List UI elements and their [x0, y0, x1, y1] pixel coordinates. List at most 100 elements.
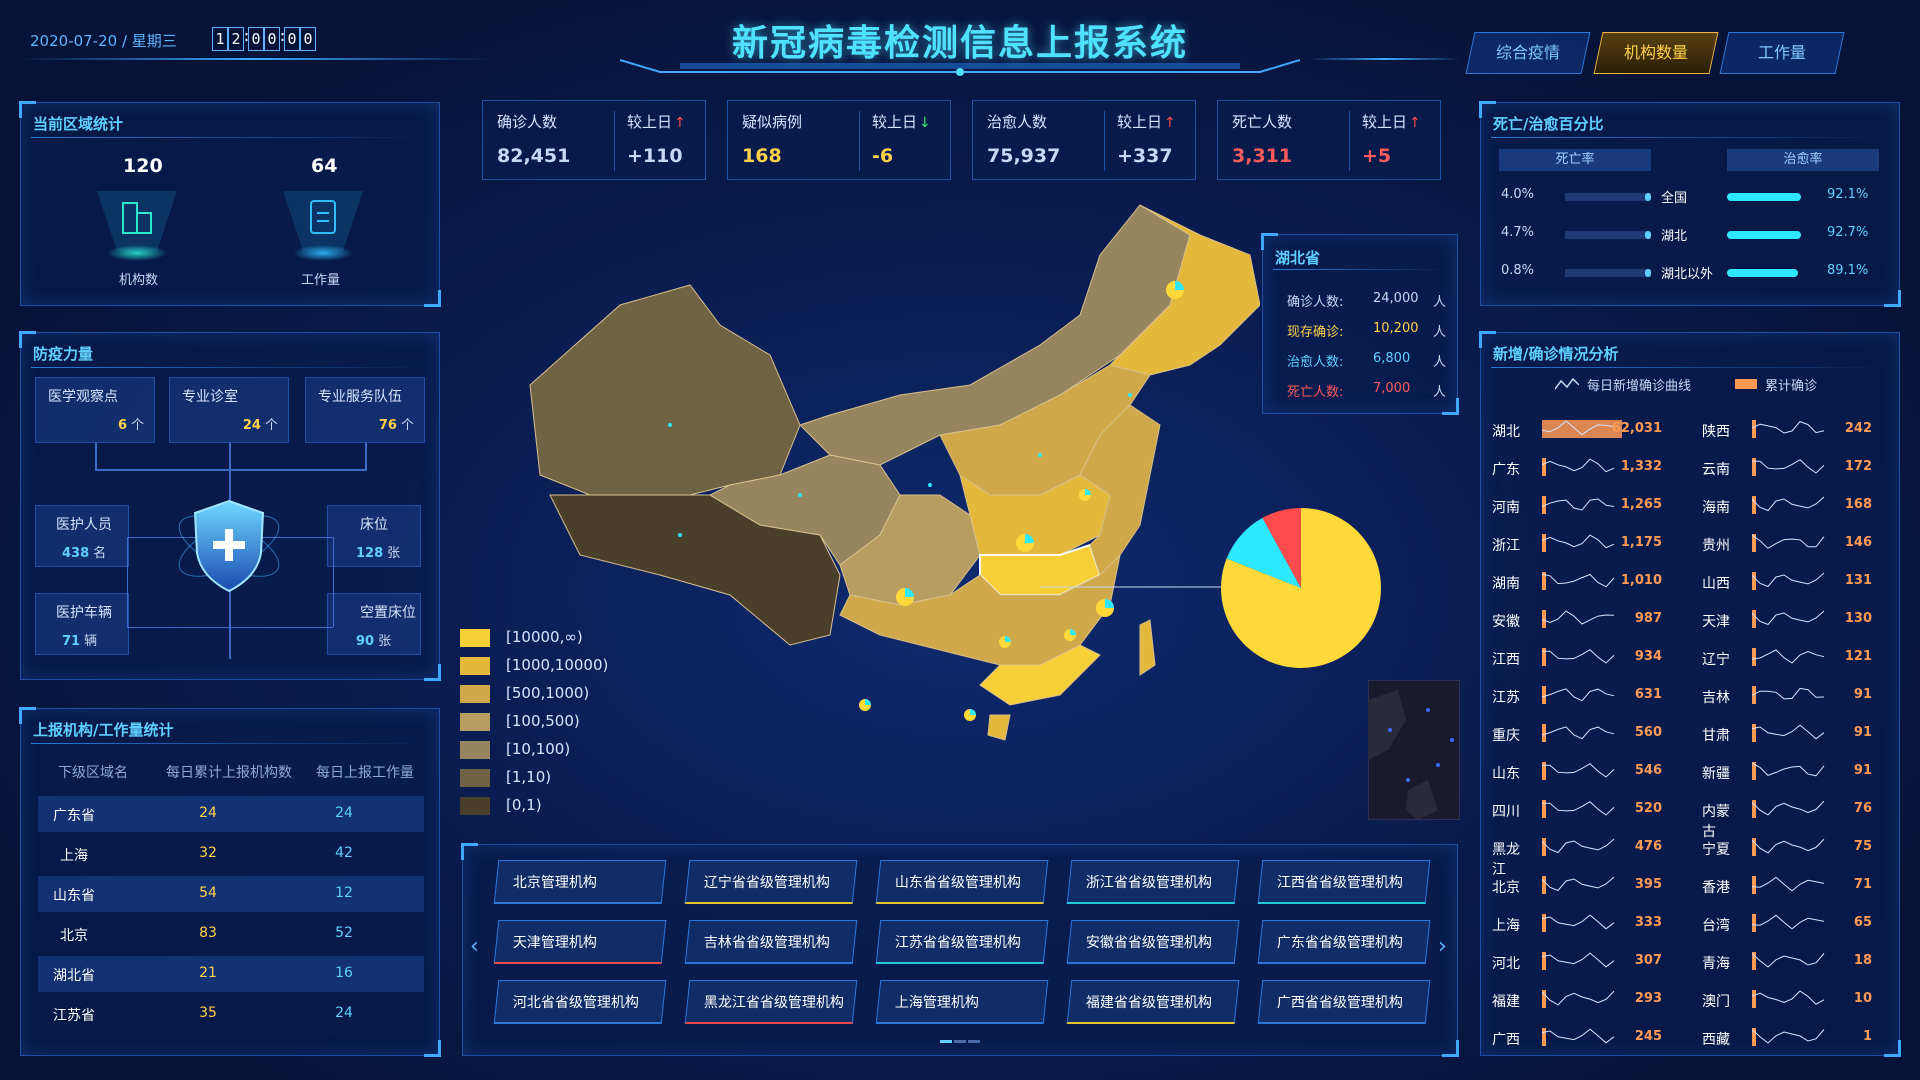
legend-label: [10,100)	[506, 740, 571, 758]
org-button-label: 黑龙江省省级管理机构	[703, 995, 844, 1011]
legend-item: [100,500)	[460, 712, 660, 732]
analysis-row[interactable]: 台湾 65	[1702, 908, 1872, 938]
org-button[interactable]: 北京管理机构	[493, 860, 667, 904]
analysis-row[interactable]: 江苏 631	[1492, 680, 1662, 710]
analysis-row[interactable]: 辽宁 121	[1702, 642, 1872, 672]
stat-card: 治愈人数 较上日 ↑ 75,937 +337	[972, 100, 1196, 180]
force-item-number: 24	[242, 418, 261, 433]
org-button[interactable]: 辽宁省省级管理机构	[684, 860, 858, 904]
analysis-row[interactable]: 天津 130	[1702, 604, 1872, 634]
analysis-row[interactable]: 澳门 10	[1702, 984, 1872, 1014]
analysis-row[interactable]: 福建 293	[1492, 984, 1662, 1014]
cure-rate-header: 治愈率	[1727, 149, 1879, 171]
institution-label: 机构数	[119, 273, 159, 288]
map-region-xinjiang	[529, 284, 801, 496]
analysis-row[interactable]: 西藏 1	[1702, 1022, 1872, 1052]
org-button[interactable]: 吉林省省级管理机构	[684, 920, 858, 964]
table-row[interactable]: 北京 83 52	[38, 916, 424, 952]
analysis-row[interactable]: 湖南 1,010	[1492, 566, 1662, 596]
analysis-row[interactable]: 云南 172	[1702, 452, 1872, 482]
nav-tab[interactable]: 机构数量	[1593, 32, 1719, 74]
analysis-row[interactable]: 黑龙江 476	[1492, 832, 1662, 878]
map-region-hainan	[987, 714, 1011, 741]
analysis-row[interactable]: 重庆 560	[1492, 718, 1662, 748]
analysis-row[interactable]: 上海 333	[1492, 908, 1662, 938]
hubei-row-value: 24,000	[1373, 291, 1419, 306]
trend-sparkline	[1752, 800, 1825, 818]
table-row[interactable]: 湖北省 21 16	[38, 956, 424, 992]
trend-sparkline	[1752, 534, 1825, 552]
confirmed-value: 245	[1634, 1029, 1662, 1044]
org-button[interactable]: 安徽省省级管理机构	[1066, 920, 1240, 964]
stat-compare-value: +337	[1117, 145, 1173, 167]
analysis-row[interactable]: 广东 1,332	[1492, 452, 1662, 482]
analysis-row[interactable]: 海南 168	[1702, 490, 1872, 520]
stat-value: 75,937	[987, 145, 1061, 167]
analysis-row[interactable]: 青海 18	[1702, 946, 1872, 976]
stat-value: 168	[742, 145, 782, 167]
hubei-row-label: 现存确诊:	[1287, 325, 1344, 340]
next-arrow-icon[interactable]: ›	[1438, 934, 1447, 959]
analysis-row[interactable]: 香港 71	[1702, 870, 1872, 900]
org-button[interactable]: 上海管理机构	[875, 980, 1049, 1024]
analysis-row[interactable]: 江西 934	[1492, 642, 1662, 672]
org-button[interactable]: 广东省省级管理机构	[1257, 920, 1431, 964]
analysis-row[interactable]: 浙江 1,175	[1492, 528, 1662, 558]
analysis-row[interactable]: 山东 546	[1492, 756, 1662, 786]
analysis-row[interactable]: 新疆 91	[1702, 756, 1872, 786]
header-line-left	[20, 58, 490, 60]
death-rate-bar	[1565, 231, 1651, 239]
analysis-row[interactable]: 陕西 242	[1702, 414, 1872, 444]
force-item-number: 71	[62, 634, 81, 649]
analysis-row[interactable]: 安徽 987	[1492, 604, 1662, 634]
trend-sparkline	[1542, 724, 1615, 742]
org-button[interactable]: 黑龙江省省级管理机构	[684, 980, 858, 1024]
org-button[interactable]: 江苏省省级管理机构	[875, 920, 1049, 964]
province-name: 广东	[1492, 462, 1520, 478]
clock-digit: 0	[300, 27, 316, 51]
nav-tab[interactable]: 综合疫情	[1465, 32, 1591, 74]
org-button[interactable]: 福建省省级管理机构	[1066, 980, 1240, 1024]
org-button[interactable]: 江西省省级管理机构	[1257, 860, 1431, 904]
analysis-row[interactable]: 北京 395	[1492, 870, 1662, 900]
province-name: 澳门	[1702, 994, 1730, 1010]
legend-item: [10000,∞)	[460, 628, 660, 648]
analysis-row[interactable]: 湖北 62,031	[1492, 414, 1662, 444]
org-button[interactable]: 山东省省级管理机构	[875, 860, 1049, 904]
analysis-row[interactable]: 甘肃 91	[1702, 718, 1872, 748]
carousel-indicator[interactable]	[940, 1040, 980, 1043]
org-button[interactable]: 河北省省级管理机构	[493, 980, 667, 1024]
table-row[interactable]: 上海 32 42	[38, 836, 424, 872]
org-button-label: 山东省省级管理机构	[894, 875, 1021, 891]
nav-tab-label: 工作量	[1757, 43, 1806, 62]
analysis-row[interactable]: 四川 520	[1492, 794, 1662, 824]
org-button[interactable]: 天津管理机构	[493, 920, 667, 964]
analysis-row[interactable]: 山西 131	[1702, 566, 1872, 596]
org-button[interactable]: 广西省省级管理机构	[1257, 980, 1431, 1024]
stat-compare-label: 较上日 ↓	[872, 113, 931, 131]
stat-label: 治愈人数	[987, 113, 1048, 131]
analysis-row[interactable]: 宁夏 75	[1702, 832, 1872, 862]
nav-tab[interactable]: 工作量	[1719, 32, 1845, 74]
analysis-row[interactable]: 贵州 146	[1702, 528, 1872, 558]
table-row[interactable]: 江苏省 35 24	[38, 996, 424, 1032]
analysis-row[interactable]: 吉林 91	[1702, 680, 1872, 710]
prev-arrow-icon[interactable]: ‹	[470, 934, 479, 959]
org-button-label: 浙江省省级管理机构	[1085, 875, 1212, 891]
table-row[interactable]: 广东省 24 24	[38, 796, 424, 832]
org-button-label: 福建省省级管理机构	[1085, 995, 1212, 1011]
table-row[interactable]: 山东省 54 12	[38, 876, 424, 912]
line-legend-label: 每日新增确诊曲线	[1587, 379, 1692, 394]
clock-colon: :	[278, 27, 288, 45]
analysis-row[interactable]: 广西 245	[1492, 1022, 1662, 1052]
stat-compare-label: 较上日 ↑	[1362, 113, 1421, 131]
table-cell: 江苏省	[53, 1008, 95, 1024]
table-cell: 42	[335, 845, 353, 861]
force-item-label: 医护车辆	[56, 605, 112, 621]
analysis-row[interactable]: 内蒙古 76	[1702, 794, 1872, 840]
force-item-number: 438	[62, 546, 90, 561]
analysis-row[interactable]: 河南 1,265	[1492, 490, 1662, 520]
trend-sparkline	[1752, 648, 1825, 666]
org-button[interactable]: 浙江省省级管理机构	[1066, 860, 1240, 904]
analysis-row[interactable]: 河北 307	[1492, 946, 1662, 976]
